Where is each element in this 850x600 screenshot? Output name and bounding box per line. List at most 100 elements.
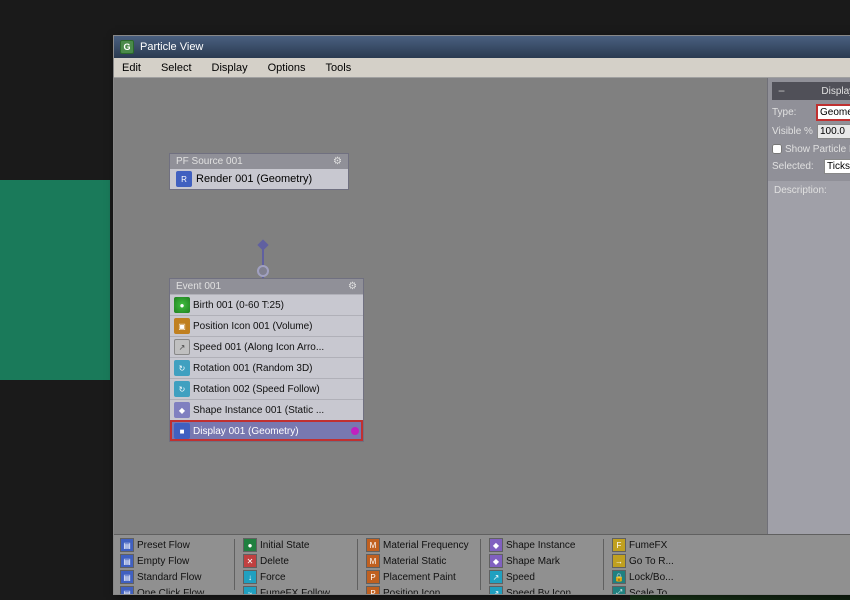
event-box[interactable]: Event 001 ⚙ ● Birth 001 (0-60 T:25) ▣ Po… bbox=[169, 278, 364, 442]
pf-source-box[interactable]: PF Source 001 ⚙ R Render 001 (Geometry) bbox=[169, 153, 349, 190]
toolbar-preset-flow[interactable]: ▤ Preset Flow bbox=[118, 537, 228, 553]
selected-select-wrapper[interactable]: Ticks Lines Dots Box ▼ bbox=[824, 159, 850, 174]
toolbar-fumefx-follow[interactable]: ~ FumeFX Follow bbox=[241, 585, 351, 594]
pf-source-header: PF Source 001 ⚙ bbox=[170, 154, 348, 169]
toolbar-standard-flow[interactable]: ▤ Standard Flow bbox=[118, 569, 228, 585]
go-to-r-icon: → bbox=[612, 554, 626, 568]
force-label: Force bbox=[260, 572, 286, 583]
toolbar-placement-paint[interactable]: P Placement Paint bbox=[364, 569, 474, 585]
event-row-speed[interactable]: ↗ Speed 001 (Along Icon Arro... bbox=[170, 336, 363, 357]
one-click-flow-label: One Click Flow bbox=[137, 588, 204, 595]
initial-state-icon: ● bbox=[243, 538, 257, 552]
material-static-label: Material Static bbox=[383, 556, 446, 567]
toolbar-force[interactable]: ↓ Force bbox=[241, 569, 351, 585]
title-bar: G Particle View _ □ ✕ bbox=[114, 36, 850, 58]
toolbar-col-3: M Material Frequency M Material Static P… bbox=[364, 537, 474, 592]
divider-4 bbox=[603, 539, 604, 590]
toolbar-shape-mark[interactable]: ◆ Shape Mark bbox=[487, 553, 597, 569]
rotation1-label: Rotation 001 (Random 3D) bbox=[193, 363, 313, 374]
toolbar-speed-by-icon[interactable]: ↗ Speed By Icon bbox=[487, 585, 597, 594]
go-to-r-label: Go To R... bbox=[629, 556, 674, 567]
connector-circle bbox=[257, 265, 269, 277]
menu-edit[interactable]: Edit bbox=[118, 62, 145, 74]
description-label: Description: bbox=[774, 185, 827, 196]
event-settings-icon[interactable]: ⚙ bbox=[348, 281, 357, 292]
type-select[interactable]: Geometry Ticks Lines Dots Box Sphere Non… bbox=[818, 106, 850, 119]
position-icon-icon: P bbox=[366, 586, 380, 594]
display-label: Display 001 (Geometry) bbox=[193, 426, 299, 437]
toolbar-col-1: ▤ Preset Flow ▤ Empty Flow ▤ Standard Fl… bbox=[118, 537, 228, 592]
selected-select[interactable]: Ticks Lines Dots Box bbox=[825, 160, 850, 173]
event-row-position[interactable]: ▣ Position Icon 001 (Volume) bbox=[170, 315, 363, 336]
initial-state-label: Initial State bbox=[260, 540, 309, 551]
divider-1 bbox=[234, 539, 235, 590]
connector-line bbox=[262, 249, 264, 265]
window-title: Particle View bbox=[140, 41, 203, 53]
menu-options[interactable]: Options bbox=[264, 62, 310, 74]
divider-2 bbox=[357, 539, 358, 590]
speed-icon: ↗ bbox=[174, 339, 190, 355]
standard-flow-icon: ▤ bbox=[120, 570, 134, 584]
material-frequency-icon: M bbox=[366, 538, 380, 552]
display-panel-title: Display 001 bbox=[821, 86, 850, 97]
canvas-area[interactable]: PF Source 001 ⚙ R Render 001 (Geometry) … bbox=[114, 78, 767, 534]
toolbar-material-frequency[interactable]: M Material Frequency bbox=[364, 537, 474, 553]
speed-tb-icon: ↗ bbox=[489, 570, 503, 584]
event-row-rotation1[interactable]: ↻ Rotation 001 (Random 3D) bbox=[170, 357, 363, 378]
placement-paint-icon: P bbox=[366, 570, 380, 584]
collapse-icon[interactable]: − bbox=[778, 84, 785, 98]
rotation2-label: Rotation 002 (Speed Follow) bbox=[193, 384, 320, 395]
one-click-flow-icon: ▤ bbox=[120, 586, 134, 594]
visible-row: Visible % ▲ ▼ bbox=[772, 124, 850, 139]
empty-flow-icon: ▤ bbox=[120, 554, 134, 568]
pf-source-render-row[interactable]: R Render 001 (Geometry) bbox=[170, 169, 348, 189]
force-icon: ↓ bbox=[243, 570, 257, 584]
speed-by-icon-label: Speed By Icon bbox=[506, 588, 571, 595]
toolbar-col-5: F FumeFX → Go To R... 🔒 Lock/Bo... ⤢ Sca… bbox=[610, 537, 720, 592]
toolbar-col-4: ◆ Shape Instance ◆ Shape Mark ↗ Speed ↗ … bbox=[487, 537, 597, 592]
fumefx-follow-icon: ~ bbox=[243, 586, 257, 594]
visible-label: Visible % bbox=[772, 126, 813, 137]
toolbar-empty-flow[interactable]: ▤ Empty Flow bbox=[118, 553, 228, 569]
show-particle-ids-checkbox[interactable] bbox=[772, 144, 782, 154]
shape-mark-label: Shape Mark bbox=[506, 556, 560, 567]
toolbar-material-static[interactable]: M Material Static bbox=[364, 553, 474, 569]
toolbar-go-to-r[interactable]: → Go To R... bbox=[610, 553, 720, 569]
toolbar-initial-state[interactable]: ● Initial State bbox=[241, 537, 351, 553]
toolbar-scale-to[interactable]: ⤢ Scale To... bbox=[610, 585, 720, 594]
app-icon: G bbox=[120, 40, 134, 54]
shape-mark-icon: ◆ bbox=[489, 554, 503, 568]
preset-flow-icon: ▤ bbox=[120, 538, 134, 552]
menu-bar: Edit Select Display Options Tools bbox=[114, 58, 850, 78]
right-panel: − Display 001 Type: Geometry Ticks Lines… bbox=[767, 78, 850, 534]
toolbar-position-icon[interactable]: P Position Icon bbox=[364, 585, 474, 594]
scale-to-icon: ⤢ bbox=[612, 586, 626, 594]
show-particle-ids-text: Show Particle IDs bbox=[785, 144, 850, 155]
event-row-rotation2[interactable]: ↻ Rotation 002 (Speed Follow) bbox=[170, 378, 363, 399]
event-row-birth[interactable]: ● Birth 001 (0-60 T:25) bbox=[170, 294, 363, 315]
title-bar-left: G Particle View bbox=[120, 40, 203, 54]
type-label: Type: bbox=[772, 107, 812, 118]
material-frequency-label: Material Frequency bbox=[383, 540, 469, 551]
toolbar-shape-instance[interactable]: ◆ Shape Instance bbox=[487, 537, 597, 553]
toolbar-fumefx[interactable]: F FumeFX bbox=[610, 537, 720, 553]
event-row-display-selected[interactable]: ■ Display 001 (Geometry) bbox=[170, 420, 363, 441]
menu-select[interactable]: Select bbox=[157, 62, 196, 74]
toolbar-one-click-flow[interactable]: ▤ One Click Flow bbox=[118, 585, 228, 594]
type-select-wrapper[interactable]: Geometry Ticks Lines Dots Box Sphere Non… bbox=[816, 104, 850, 121]
menu-tools[interactable]: Tools bbox=[322, 62, 356, 74]
toolbar-speed[interactable]: ↗ Speed bbox=[487, 569, 597, 585]
visible-input[interactable] bbox=[817, 124, 850, 139]
lock-bo-label: Lock/Bo... bbox=[629, 572, 673, 583]
speed-label: Speed 001 (Along Icon Arro... bbox=[193, 342, 324, 353]
event-row-shape[interactable]: ◆ Shape Instance 001 (Static ... bbox=[170, 399, 363, 420]
toolbar-delete[interactable]: ✕ Delete bbox=[241, 553, 351, 569]
toolbar-lock-bo[interactable]: 🔒 Lock/Bo... bbox=[610, 569, 720, 585]
event-title: Event 001 bbox=[176, 281, 221, 292]
display-dot bbox=[351, 427, 359, 435]
material-static-icon: M bbox=[366, 554, 380, 568]
pf-source-settings-icon[interactable]: ⚙ bbox=[333, 156, 342, 167]
empty-flow-label: Empty Flow bbox=[137, 556, 189, 567]
menu-display[interactable]: Display bbox=[208, 62, 252, 74]
render-icon: R bbox=[176, 171, 192, 187]
